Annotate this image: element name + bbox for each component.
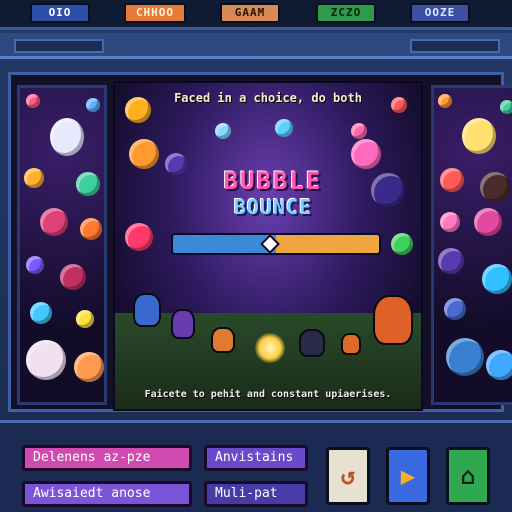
bubble[interactable] bbox=[474, 208, 502, 236]
bubble[interactable] bbox=[440, 212, 460, 232]
bubble[interactable] bbox=[76, 172, 100, 196]
option-button-1[interactable]: Delenens az-pze bbox=[22, 445, 192, 471]
bubble[interactable] bbox=[24, 168, 44, 188]
toolbar-strip bbox=[0, 33, 512, 59]
option-button-4[interactable]: Muli-pat bbox=[204, 481, 308, 507]
creature[interactable] bbox=[211, 327, 235, 353]
control-panel: Delenens az-pze Awisaiedt anose Anvistai… bbox=[0, 420, 512, 512]
tab-3[interactable]: GAAM bbox=[220, 3, 280, 23]
bubble[interactable] bbox=[351, 139, 381, 169]
logo-line1: BUBBLE bbox=[223, 167, 323, 195]
bubble[interactable] bbox=[86, 98, 100, 112]
creature[interactable] bbox=[171, 309, 195, 339]
creature[interactable] bbox=[299, 329, 325, 357]
tab-1[interactable]: OIO bbox=[30, 3, 90, 23]
slider-right-half[interactable] bbox=[276, 235, 379, 253]
toolbar-slot bbox=[14, 39, 104, 53]
logo-line2: BOUNCE bbox=[233, 195, 313, 219]
bubble[interactable] bbox=[215, 123, 231, 139]
toolbar-slot bbox=[410, 39, 500, 53]
bubble[interactable] bbox=[438, 248, 464, 274]
bubble[interactable] bbox=[500, 100, 512, 114]
bubble-creature[interactable] bbox=[480, 172, 510, 202]
refresh-icon[interactable]: ↺ bbox=[326, 447, 370, 505]
option-button-3[interactable]: Anvistains bbox=[204, 445, 308, 471]
creature[interactable] bbox=[133, 293, 161, 327]
glowing-orb[interactable] bbox=[255, 333, 285, 363]
tagline: Faced in a choice, do both bbox=[174, 91, 362, 105]
bubble[interactable] bbox=[351, 123, 367, 139]
bubble[interactable] bbox=[30, 302, 52, 324]
top-tab-bar: OIO CHHOO GAAM ZCZO OOZE bbox=[0, 0, 512, 30]
creature[interactable] bbox=[341, 333, 361, 355]
game-logo: BUBBLE BOUNCE bbox=[203, 167, 343, 225]
game-scene: Faced in a choice, do both BUBBLE BOUNCE bbox=[113, 81, 423, 411]
bubble[interactable] bbox=[482, 264, 512, 294]
bubble-creature[interactable] bbox=[446, 338, 484, 376]
option-button-2[interactable]: Awisaiedt anose bbox=[22, 481, 192, 507]
bubble[interactable] bbox=[26, 94, 40, 108]
play-icon[interactable]: ▶ bbox=[386, 447, 430, 505]
bubble[interactable] bbox=[76, 310, 94, 328]
ghost-bubble[interactable] bbox=[50, 118, 84, 156]
lightbulb-bubble[interactable] bbox=[462, 118, 496, 154]
bubble[interactable] bbox=[275, 119, 293, 137]
bubble[interactable] bbox=[438, 94, 452, 108]
bubble[interactable] bbox=[444, 298, 466, 320]
bubble[interactable] bbox=[129, 139, 159, 169]
bubble[interactable] bbox=[165, 153, 187, 175]
game-window: OIO CHHOO GAAM ZCZO OOZE Faced in a choi… bbox=[0, 0, 512, 512]
right-bubble-panel bbox=[431, 85, 512, 405]
bubble[interactable] bbox=[60, 264, 86, 290]
play-area: Faced in a choice, do both BUBBLE BOUNCE bbox=[8, 72, 512, 412]
bubble[interactable] bbox=[391, 233, 413, 255]
bubble[interactable] bbox=[74, 352, 104, 382]
ghost-creature[interactable] bbox=[26, 340, 66, 380]
bubble[interactable] bbox=[125, 223, 153, 251]
fox-creature[interactable] bbox=[373, 295, 413, 345]
left-bubble-panel bbox=[17, 85, 107, 405]
footer-caption: Faicete to pehit and constant upiaerises… bbox=[144, 389, 392, 400]
bubble[interactable] bbox=[125, 97, 151, 123]
bubble[interactable] bbox=[391, 97, 407, 113]
bubble[interactable] bbox=[440, 168, 464, 192]
save-icon[interactable]: ⌂ bbox=[446, 447, 490, 505]
bubble[interactable] bbox=[80, 218, 102, 240]
choice-slider[interactable] bbox=[171, 233, 381, 255]
bubble[interactable] bbox=[26, 256, 44, 274]
tab-4[interactable]: ZCZO bbox=[316, 3, 376, 23]
bubble-creature[interactable] bbox=[486, 350, 512, 380]
bubble[interactable] bbox=[40, 208, 68, 236]
tab-5[interactable]: OOZE bbox=[410, 3, 470, 23]
tab-2[interactable]: CHHOO bbox=[124, 3, 186, 23]
bubble-creature[interactable] bbox=[371, 173, 405, 207]
